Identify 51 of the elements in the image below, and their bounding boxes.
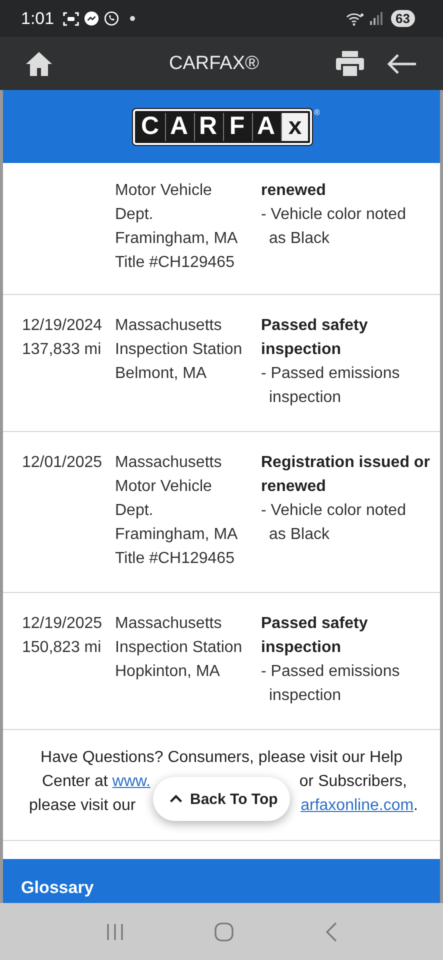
record-source: Title #CH129465 (115, 253, 236, 273)
back-arrow-icon[interactable] (387, 52, 417, 74)
record-event: renewed (261, 181, 327, 201)
record-date: 12/19/2025 (22, 614, 104, 634)
back-nav-icon[interactable] (324, 922, 338, 942)
record-note: - Passed emissions inspection (261, 662, 401, 706)
record-event: Passed safety inspection (261, 614, 369, 658)
help-text: please visit our (29, 796, 136, 816)
record-source: Framingham, MA (115, 229, 239, 249)
glossary-title: Glossary (21, 877, 94, 899)
record-event: Registration issued or renewed (261, 453, 431, 497)
help-text: Center at (42, 773, 108, 790)
help-link[interactable]: www. (112, 773, 150, 790)
messenger-icon (84, 11, 100, 26)
record-source: Massachusetts Inspection Station (115, 614, 244, 658)
record-mileage: 137,833 mi (22, 340, 102, 360)
help-text: or Subscribers, (299, 772, 407, 792)
record-source: Belmont, MA (115, 364, 208, 384)
phone-chat-icon (104, 11, 120, 26)
record-note: - Vehicle color noted as Black (261, 501, 407, 545)
help-text: Have Questions? Consumers, please visit our Help (40, 749, 402, 766)
record-date: 12/19/2024 (22, 316, 104, 336)
record-source: Motor Vehicle (115, 181, 213, 201)
home-icon[interactable] (25, 50, 53, 76)
home-nav-icon[interactable] (214, 922, 234, 942)
battery-indicator: 63 (390, 10, 415, 27)
recent-apps-icon[interactable] (104, 922, 125, 940)
chevron-up-icon (169, 794, 183, 804)
record-source: Framingham, MA (115, 525, 239, 545)
record-source: Hopkinton, MA (115, 662, 221, 682)
help-link[interactable]: arfaxonline.com (300, 797, 414, 814)
status-time: 1:01 (21, 8, 54, 28)
print-icon[interactable] (335, 50, 365, 78)
record-note: - Vehicle color noted as Black (261, 205, 407, 249)
record-source: Dept. (115, 205, 154, 225)
help-text: . (414, 797, 418, 814)
record-date: 12/01/2025 (22, 453, 104, 473)
record-event: Passed safety inspection (261, 316, 369, 360)
record-note: - Passed emissions inspection (261, 364, 401, 408)
glossary-bar[interactable]: Glossary (3, 859, 440, 903)
wifi-icon (346, 12, 364, 26)
record-source: Title #CH129465 (115, 549, 236, 569)
carfax-logo: C A R F A x ® (131, 106, 322, 146)
record-source: Massachusetts Motor Vehicle Dept. (115, 453, 223, 521)
signal-icon (368, 12, 383, 25)
record-mileage: 150,823 mi (22, 638, 102, 658)
app-title: CARFAX® (168, 52, 260, 74)
screenshot-icon (63, 12, 80, 26)
notification-dot-icon (130, 16, 136, 21)
record-source: Massachusetts Inspection Station (115, 316, 244, 360)
back-to-top-button[interactable]: Back To Top (153, 777, 290, 821)
